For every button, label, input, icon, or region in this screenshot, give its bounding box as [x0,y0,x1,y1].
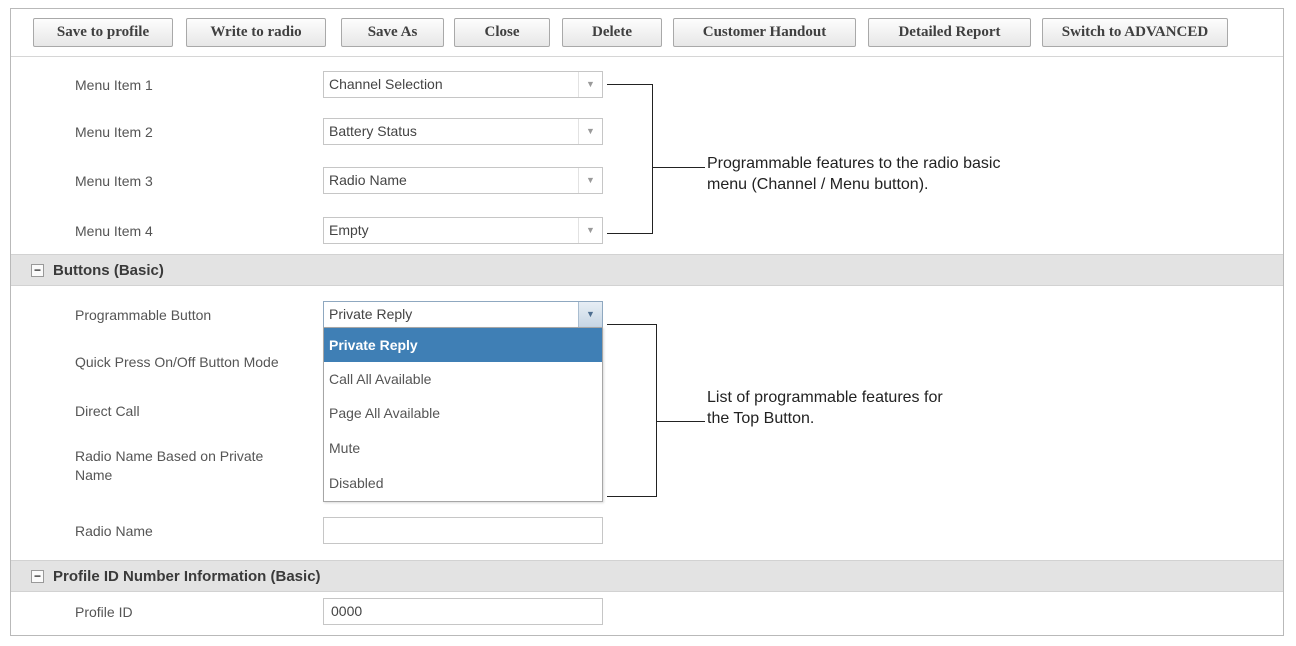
profile-id-section-title: Profile ID Number Information (Basic) [53,568,321,585]
minus-icon[interactable]: − [31,570,44,583]
customer-handout-button[interactable]: Customer Handout [673,18,856,47]
button-annotation-text: List of programmable features for the To… [707,387,943,429]
chevron-down-icon[interactable]: ▼ [578,119,602,144]
menu-item-3-label: Menu Item 3 [75,173,153,189]
buttons-basic-title: Buttons (Basic) [53,262,164,279]
menu-item-3-select[interactable]: Radio Name ▼ [323,167,603,194]
radio-name-input[interactable] [323,517,603,544]
dropdown-option-call-all-available[interactable]: Call All Available [324,362,602,396]
menu-annotation-line-1: Programmable features to the radio basic [707,155,1001,172]
menu-item-2-value: Battery Status [329,123,417,139]
menu-item-4-value: Empty [329,222,369,238]
profile-id-label: Profile ID [75,604,133,620]
chevron-down-icon[interactable]: ▼ [578,218,602,243]
button-annotation-bracket [607,324,657,497]
radio-name-private-label-line-1: Radio Name Based on Private [75,448,264,464]
profile-id-section-header[interactable]: − Profile ID Number Information (Basic) [11,560,1283,592]
radio-name-private-label-line-2: Name [75,467,113,483]
profile-id-input[interactable]: 0000 [323,598,603,625]
buttons-basic-section-header[interactable]: − Buttons (Basic) [11,254,1283,286]
save-as-button[interactable]: Save As [341,18,444,47]
menu-annotation-connector [653,167,705,168]
menu-item-1-select[interactable]: Channel Selection ▼ [323,71,603,98]
write-to-radio-button[interactable]: Write to radio [186,18,326,47]
button-annotation-connector [657,421,705,422]
radio-name-private-label: Radio Name Based on Private Name [75,447,263,485]
menu-item-3-value: Radio Name [329,172,407,188]
chevron-down-icon[interactable]: ▼ [578,72,602,97]
menu-annotation-text: Programmable features to the radio basic… [707,153,1000,195]
menu-item-2-label: Menu Item 2 [75,124,153,140]
dropdown-option-mute[interactable]: Mute [324,431,602,465]
chevron-down-icon[interactable]: ▼ [578,168,602,193]
minus-icon[interactable]: − [31,264,44,277]
programmable-button-value: Private Reply [329,306,413,322]
radio-name-label: Radio Name [75,523,153,539]
quick-press-label: Quick Press On/Off Button Mode [75,354,279,370]
direct-call-label: Direct Call [75,403,140,419]
menu-annotation-bracket [607,84,653,234]
radio-config-panel: Save to profile Write to radio Save As C… [10,8,1284,636]
dropdown-option-page-all-available[interactable]: Page All Available [324,396,602,430]
menu-item-1-label: Menu Item 1 [75,77,153,93]
menu-item-1-value: Channel Selection [329,76,443,92]
programmable-button-select[interactable]: Private Reply ▼ [323,301,603,328]
dropdown-option-disabled[interactable]: Disabled [324,466,602,500]
programmable-button-label: Programmable Button [75,307,212,323]
detailed-report-button[interactable]: Detailed Report [868,18,1031,47]
chevron-down-icon[interactable]: ▼ [578,302,602,327]
close-button[interactable]: Close [454,18,550,47]
menu-item-2-select[interactable]: Battery Status ▼ [323,118,603,145]
switch-to-advanced-button[interactable]: Switch to ADVANCED [1042,18,1228,47]
delete-button[interactable]: Delete [562,18,662,47]
programmable-button-dropdown-list: Private Reply Call All Available Page Al… [323,327,603,502]
toolbar: Save to profile Write to radio Save As C… [11,9,1283,57]
dropdown-option-private-reply[interactable]: Private Reply [324,328,602,362]
button-annotation-line-1: List of programmable features for [707,389,943,406]
button-annotation-line-2: the Top Button. [707,410,815,427]
menu-annotation-line-2: menu (Channel / Menu button). [707,176,929,193]
save-to-profile-button[interactable]: Save to profile [33,18,173,47]
menu-item-4-label: Menu Item 4 [75,223,153,239]
menu-item-4-select[interactable]: Empty ▼ [323,217,603,244]
